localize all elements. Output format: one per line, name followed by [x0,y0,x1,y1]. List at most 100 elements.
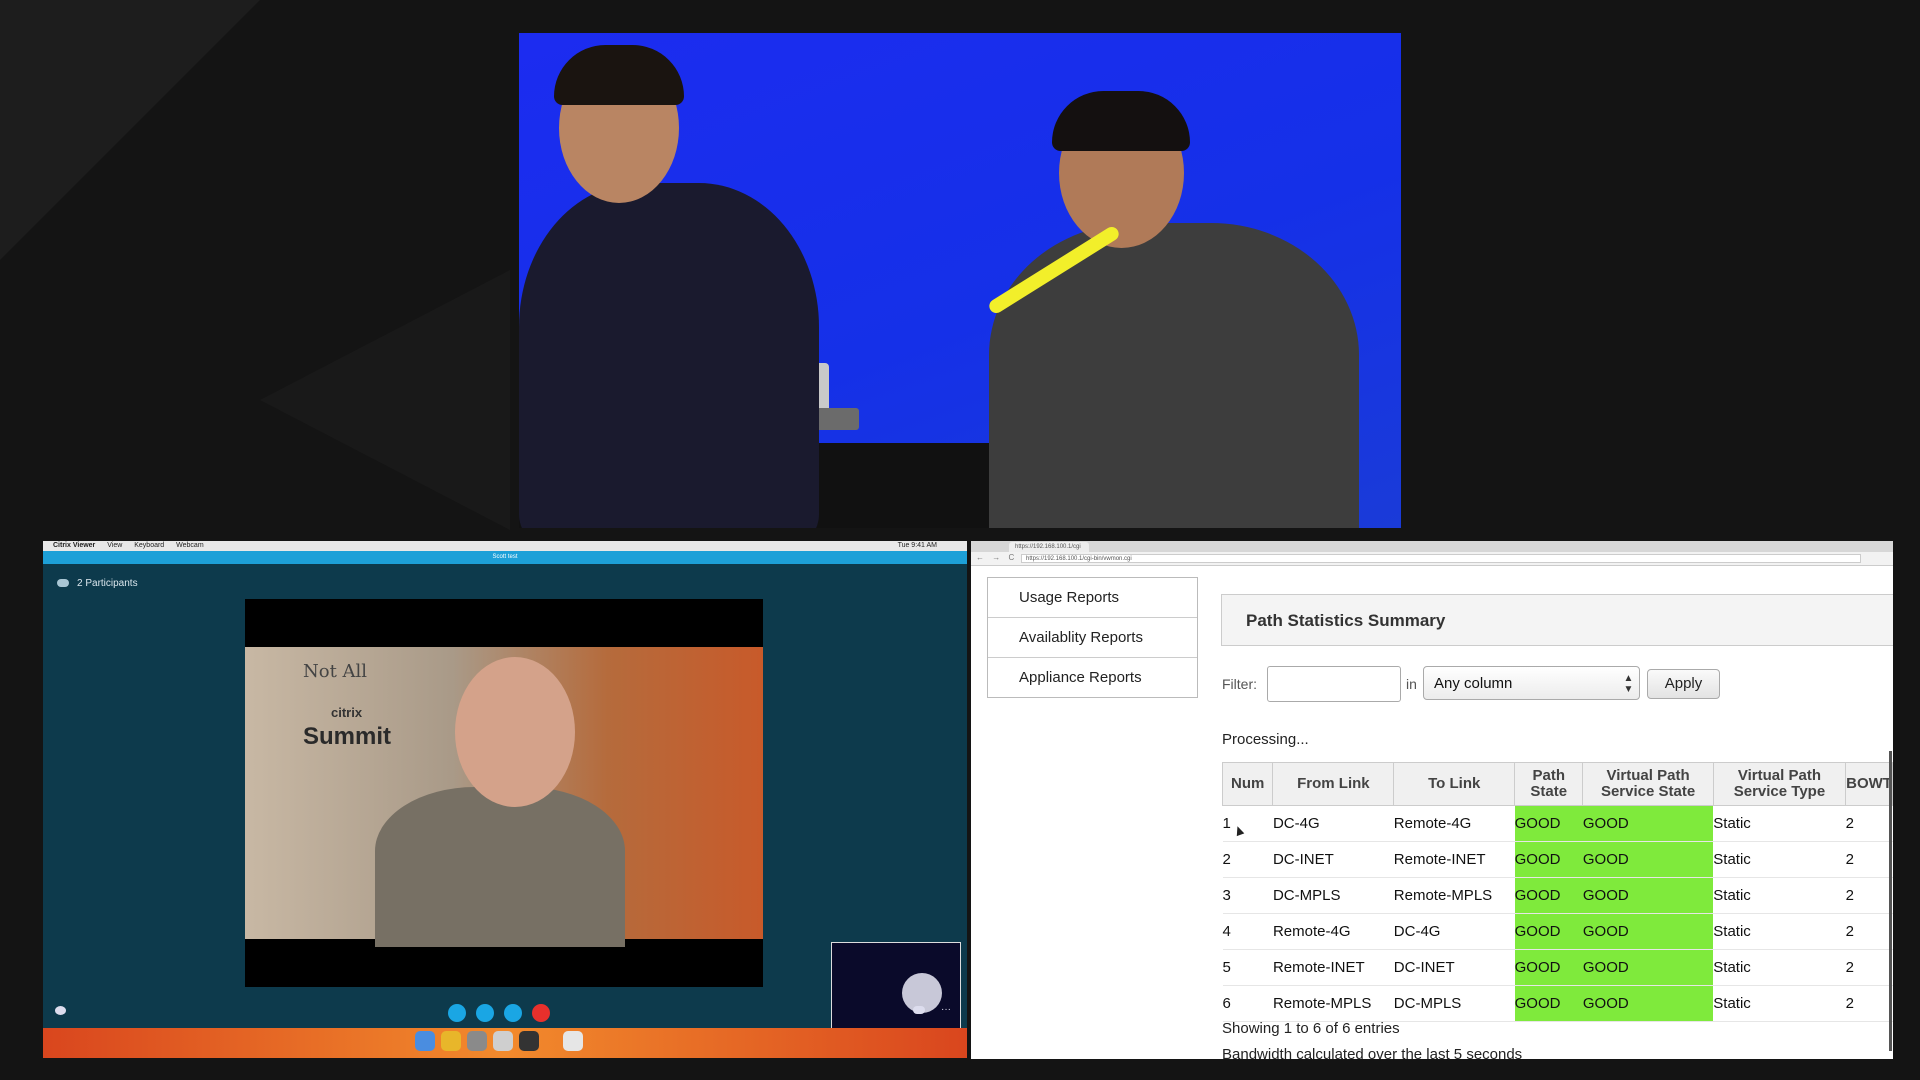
remote-speaker-head [455,657,575,807]
call-controls [448,1004,550,1022]
call-title: Scott test [43,551,967,564]
cell-vp-service-state: GOOD [1582,805,1714,842]
header-path-state[interactable]: Path State [1514,762,1584,806]
menubar-keyboard[interactable]: Keyboard [134,542,164,549]
cell-vp-service-type: Static [1713,949,1846,986]
processing-status: Processing... [1222,731,1309,748]
header-bowt[interactable]: BOWT [1845,762,1893,806]
mic-icon[interactable] [476,1004,494,1022]
participants-label: 2 Participants [77,578,138,589]
mac-menubar: Citrix Viewer View Keyboard Webcam Tue 9… [43,541,967,551]
column-select[interactable]: Any column ▲▼ [1423,666,1640,700]
cell-num: 5 [1222,949,1273,986]
sign-brand: citrix [331,705,363,720]
cell-vp-service-type: Static [1713,805,1846,842]
header-to-link[interactable]: To Link [1393,762,1516,806]
table-row: 4 Remote-4G DC-4G GOOD GOOD Static 2 [1222,913,1893,950]
table-row: 1 DC-4G Remote-4G GOOD GOOD Static 2 [1222,805,1893,842]
in-label: in [1406,676,1417,692]
participants-indicator[interactable]: 2 Participants [57,578,138,589]
select-arrows-icon: ▲▼ [1623,673,1634,695]
chat-icon[interactable] [55,1006,66,1015]
cell-bowt: 2 [1845,985,1893,1022]
note-sign: Not All [303,661,368,682]
cell-to-link: DC-4G [1393,913,1515,950]
trash-icon[interactable] [563,1031,583,1051]
cell-bowt: 2 [1845,877,1893,914]
cell-bowt: 2 [1845,805,1893,842]
scrollbar[interactable] [1889,751,1892,1051]
header-from-link[interactable]: From Link [1272,762,1395,806]
cell-path-state: GOOD [1514,841,1583,878]
filter-label: Filter: [1222,676,1257,692]
browser-tab[interactable]: https://192.168.100.1/cgi [1009,542,1089,552]
menubar-view[interactable]: View [107,542,122,549]
cell-to-link: DC-MPLS [1393,985,1515,1022]
cell-vp-service-state: GOOD [1582,985,1714,1022]
settings-icon[interactable] [467,1031,487,1051]
screen-share-icon[interactable] [504,1004,522,1022]
cell-from-link: Remote-4G [1272,913,1394,950]
filter-input[interactable] [1267,666,1401,702]
app-icon[interactable] [519,1031,539,1051]
more-icon[interactable]: ··· [941,1004,951,1015]
table-row: 6 Remote-MPLS DC-MPLS GOOD GOOD Static 2 [1222,985,1893,1022]
cell-vp-service-state: GOOD [1582,913,1714,950]
nav-buttons[interactable]: ← → C [976,553,1017,562]
presenter-right-hair [1052,91,1190,151]
menu-usage-reports[interactable]: Usage Reports [988,578,1197,618]
finder-icon[interactable] [415,1031,435,1051]
cell-from-link: DC-4G [1272,805,1394,842]
cell-bowt: 2 [1845,913,1893,950]
self-view-video [831,942,961,1042]
cell-vp-service-state: GOOD [1582,949,1714,986]
cell-path-state: GOOD [1514,949,1583,986]
menu-appliance-reports[interactable]: Appliance Reports [988,658,1197,697]
table-row: 2 DC-INET Remote-INET GOOD GOOD Static 2 [1222,841,1893,878]
panel-title: Path Statistics Summary [1246,611,1446,630]
table-row: 3 DC-MPLS Remote-MPLS GOOD GOOD Static 2 [1222,877,1893,914]
cell-path-state: GOOD [1514,877,1583,914]
url-field[interactable]: https://192.168.100.1/cgi-bin/vwmon.cgi [1021,554,1861,563]
path-statistics-table: Num From Link To Link Path State Virtual… [1221,762,1893,1022]
table-row: 5 Remote-INET DC-INET GOOD GOOD Static 2 [1222,949,1893,986]
cell-vp-service-type: Static [1713,841,1846,878]
cell-vp-service-type: Static [1713,877,1846,914]
menu-availability-reports[interactable]: Availablity Reports [988,618,1197,658]
citrix-viewer-window: Citrix Viewer View Keyboard Webcam Tue 9… [43,541,967,1058]
cell-from-link: Remote-INET [1272,949,1394,986]
mac-dock [43,1028,967,1058]
chrome-icon[interactable] [441,1031,461,1051]
cell-num: 3 [1222,877,1273,914]
header-num[interactable]: Num [1221,762,1274,806]
menubar-time: Tue 9:41 AM [897,542,937,549]
cell-vp-service-type: Static [1713,913,1846,950]
address-bar: ← → C https://192.168.100.1/cgi-bin/vwmo… [971,552,1893,566]
cell-num: 4 [1222,913,1273,950]
video-icon[interactable] [448,1004,466,1022]
presenter-left-hair [554,45,684,105]
stage-video [519,33,1401,528]
app-icon[interactable] [493,1031,513,1051]
cell-path-state: GOOD [1514,985,1583,1022]
participants-icon [57,579,69,588]
cell-bowt: 2 [1845,949,1893,986]
background-panel [0,0,260,260]
cell-num: 2 [1222,841,1273,878]
cell-from-link: DC-INET [1272,841,1394,878]
layout-icon[interactable] [913,1006,925,1014]
entries-summary: Showing 1 to 6 of 6 entries [1222,1020,1400,1037]
bandwidth-note: Bandwidth calculated over the last 5 sec… [1222,1046,1523,1059]
reports-menu: Usage Reports Availablity Reports Applia… [987,577,1198,698]
header-vp-service-type[interactable]: Virtual Path Service Type [1712,762,1847,806]
presenter-left [519,183,819,528]
cell-vp-service-state: GOOD [1582,841,1714,878]
header-vp-service-state[interactable]: Virtual Path Service State [1582,762,1714,806]
hang-up-icon[interactable] [532,1004,550,1022]
remote-speaker-body [375,787,625,947]
cell-num: 6 [1222,985,1273,1022]
remote-video-frame: Not All citrix Summit [245,647,763,947]
menubar-app[interactable]: Citrix Viewer [53,542,95,549]
menubar-webcam[interactable]: Webcam [176,542,204,549]
apply-button[interactable]: Apply [1647,669,1720,699]
